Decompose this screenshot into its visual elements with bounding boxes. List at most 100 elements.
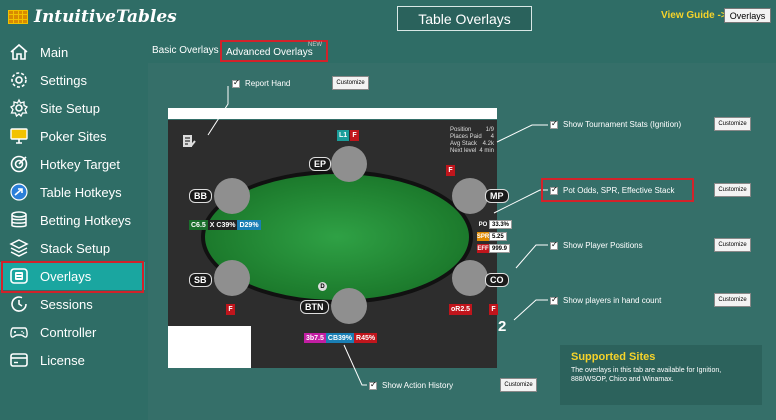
sidebar-item-settings[interactable]: Settings — [0, 66, 145, 94]
stat-donk: D29% — [237, 220, 261, 230]
sidebar-item-stack-setup[interactable]: Stack Setup — [0, 234, 145, 262]
sidebar-item-sessions[interactable]: Sessions — [0, 290, 145, 318]
position-bb: BB — [189, 189, 212, 203]
tourn-row: Next level 4 min — [450, 148, 494, 154]
customize-players-in-hand-button[interactable]: Customize — [714, 293, 751, 307]
level-badge: L1 — [337, 130, 350, 141]
action-history-option[interactable]: Show Action History — [369, 380, 454, 390]
btn-stats-line: 3b7.5 CB39% R45% — [304, 333, 378, 343]
monitor-icon — [8, 125, 30, 147]
spr-label: SPR — [476, 232, 490, 241]
action-history-preview-box — [168, 326, 251, 368]
sidebar-item-label: Sessions — [40, 296, 93, 312]
players-in-hand-count: 2 — [498, 318, 507, 335]
tab-basic-overlays[interactable]: Basic Overlays — [152, 45, 219, 56]
view-guide-link[interactable]: View Guide -> — [661, 10, 727, 21]
cog-icon — [8, 97, 30, 119]
position-co: CO — [485, 273, 509, 287]
spr-row: SPR 5.25 — [477, 232, 507, 241]
sidebar-item-hotkey-target[interactable]: Hotkey Target — [0, 150, 145, 178]
sidebar-nav: Main Settings Site Setup Poker Sites Hot… — [0, 38, 145, 374]
tournament-stats-option[interactable]: Show Tournament Stats (Ignition) — [550, 119, 682, 129]
co-open-raise: oR2.5 — [449, 304, 473, 315]
dealer-button: D — [318, 282, 327, 291]
sidebar-item-site-setup[interactable]: Site Setup — [0, 94, 145, 122]
pot-odds-row: PO 33.3% — [477, 220, 513, 229]
players-in-hand-option[interactable]: Show players in hand count — [550, 295, 662, 305]
option-label: Show players in hand count — [563, 296, 662, 305]
sidebar-item-table-hotkeys[interactable]: Table Hotkeys — [0, 178, 145, 206]
player-positions-checkbox[interactable] — [550, 240, 558, 250]
position-btn: BTN — [300, 300, 329, 314]
sidebar-item-overlays[interactable]: Overlays — [0, 261, 145, 293]
option-label: Show Tournament Stats (Ignition) — [563, 120, 682, 129]
seat-mp — [452, 178, 488, 214]
eff-label: EFF — [477, 244, 489, 253]
supported-sites-title: Supported Sites — [571, 351, 656, 363]
stat-3bet: 3b7.5 — [304, 333, 326, 343]
seat-ep — [331, 146, 367, 182]
stat-cb: CB39% — [325, 333, 355, 343]
stat-xc: X C39% — [207, 220, 238, 230]
tab-label: Advanced Overlays — [226, 47, 313, 58]
report-hand-icon[interactable] — [182, 133, 196, 149]
supported-sites-text: The overlays in this tab are available f… — [571, 367, 722, 383]
report-hand-checkbox[interactable] — [232, 78, 240, 88]
seat-co — [452, 260, 488, 296]
sidebar-item-label: Betting Hotkeys — [40, 212, 132, 228]
fold-badge-ep: F — [350, 130, 359, 141]
sidebar-item-label: Main — [40, 44, 69, 60]
logo-table-icon — [8, 10, 28, 24]
customize-tournament-stats-button[interactable]: Customize — [714, 117, 751, 131]
stat-cbet: C6.5 — [189, 220, 208, 230]
page-title: Table Overlays — [397, 6, 532, 31]
option-label: Show Player Positions — [563, 241, 643, 250]
position-sb: SB — [189, 273, 212, 287]
overlay-icon — [8, 265, 30, 287]
new-badge: NEW — [308, 42, 322, 48]
stat-raise: R45% — [354, 333, 378, 343]
arrow-circle-icon — [8, 181, 30, 203]
position-mp: MP — [485, 189, 509, 203]
supported-sites-box: Supported Sites The overlays in this tab… — [560, 345, 762, 405]
tab-advanced-overlays[interactable]: Advanced Overlays NEW — [220, 40, 328, 62]
layers-icon — [8, 237, 30, 259]
seat-sb — [214, 260, 250, 296]
tournament-stats-checkbox[interactable] — [550, 119, 558, 129]
sidebar-item-main[interactable]: Main — [0, 38, 145, 66]
sidebar-item-license[interactable]: License — [0, 346, 145, 374]
report-hand-option[interactable]: Report Hand — [232, 78, 291, 88]
sidebar-item-betting-hotkeys[interactable]: Betting Hotkeys — [0, 206, 145, 234]
option-label: Pot Odds, SPR, Effective Stack — [563, 186, 675, 195]
database-icon — [8, 209, 30, 231]
eff-row: EFF 999.9 — [477, 244, 511, 253]
sidebar-item-label: Overlays — [40, 268, 92, 284]
po-value: 33.3% — [489, 220, 513, 229]
players-in-hand-checkbox[interactable] — [550, 295, 558, 305]
pot-odds-checkbox[interactable] — [550, 185, 558, 195]
customize-pot-odds-button[interactable]: Customize — [714, 183, 751, 197]
table-preview-top-bar — [168, 108, 497, 119]
sidebar-item-label: Hotkey Target — [40, 156, 120, 172]
sidebar-item-label: Stack Setup — [40, 240, 111, 256]
header: Table Overlays View Guide -> Overlays — [145, 0, 776, 38]
customize-report-hand-button[interactable]: Customize — [332, 76, 369, 90]
action-history-checkbox[interactable] — [369, 380, 377, 390]
tournament-stats: Position 1/9 Places Paid 4 Avg Stack 4.2k N… — [450, 127, 494, 155]
player-positions-option[interactable]: Show Player Positions — [550, 240, 643, 250]
sidebar-item-controller[interactable]: Controller — [0, 318, 145, 346]
card-icon — [8, 349, 30, 371]
pot-odds-option[interactable]: Pot Odds, SPR, Effective Stack — [550, 185, 675, 195]
option-label: Show Action History — [382, 381, 454, 390]
tourn-row: Position 1/9 — [450, 127, 494, 133]
overlays-guide-button[interactable]: Overlays — [724, 8, 771, 23]
fold-badge-sb: F — [226, 304, 235, 315]
option-label: Report Hand — [245, 79, 291, 88]
sidebar-item-label: Poker Sites — [40, 128, 107, 144]
customize-action-history-button[interactable]: Customize — [500, 378, 537, 392]
sidebar-item-poker-sites[interactable]: Poker Sites — [0, 122, 145, 150]
customize-player-positions-button[interactable]: Customize — [714, 238, 751, 252]
sidebar-item-label: Table Hotkeys — [40, 184, 122, 200]
position-ep: EP — [309, 157, 332, 171]
tourn-row: Avg Stack 4.2k — [450, 141, 494, 147]
